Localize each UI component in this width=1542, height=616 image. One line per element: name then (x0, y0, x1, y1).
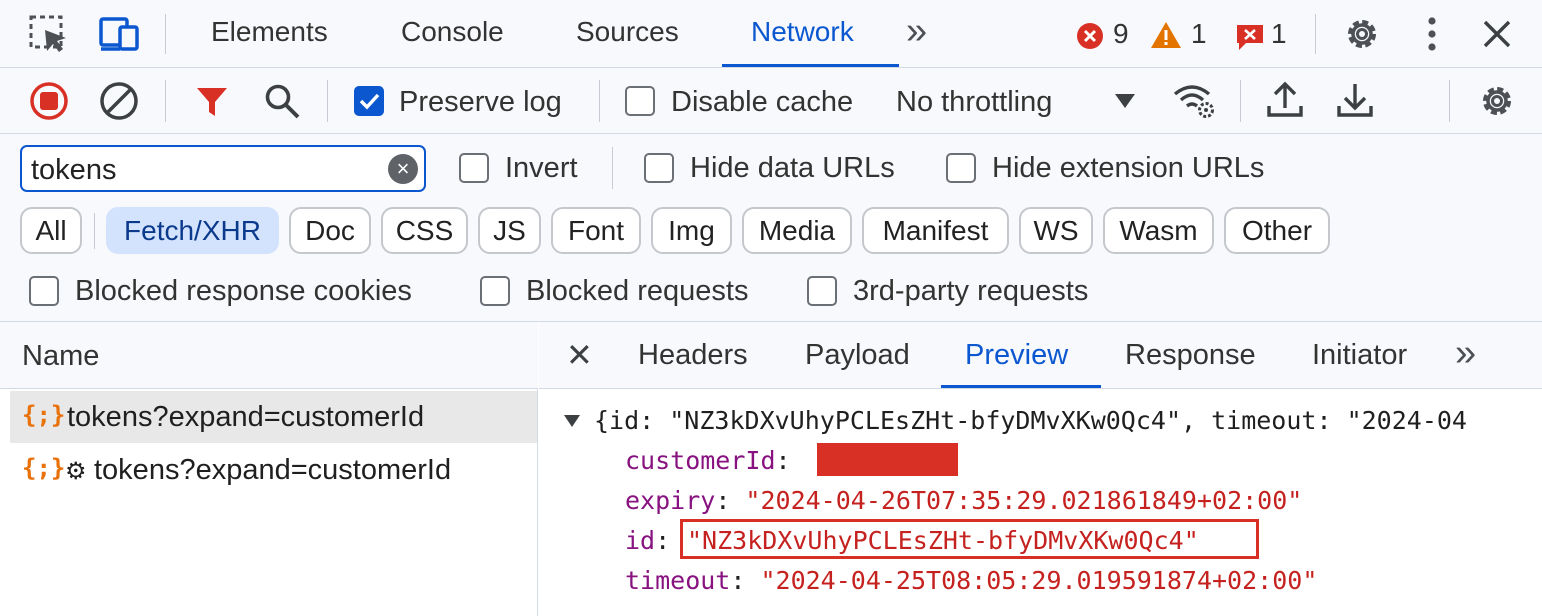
request-row[interactable]: {;} tokens?expand=customerId (10, 391, 537, 443)
json-value-expiry: "2024-04-26T07:35:29.021861849+02:00" (745, 486, 1303, 515)
third-party-requests-checkbox[interactable] (807, 276, 837, 306)
network-toolbar: Preserve log Disable cache No throttling (0, 68, 1542, 134)
request-details: ✕ Headers Payload Preview Response Initi… (539, 322, 1542, 616)
tab-elements[interactable]: Elements (211, 16, 328, 48)
hide-extension-urls-checkbox[interactable] (946, 153, 976, 183)
json-value-id: "NZ3kDXvUhyPCLEsZHt-bfyDMvXKw0Qc4" (687, 526, 1199, 555)
tab-payload[interactable]: Payload (805, 339, 910, 372)
stop-recording-icon[interactable] (29, 81, 69, 121)
warning-icon[interactable] (1150, 20, 1182, 50)
chevron-down-icon[interactable] (1114, 93, 1136, 109)
export-har-icon[interactable] (1336, 80, 1374, 120)
detail-tab-bar: ✕ Headers Payload Preview Response Initi… (539, 322, 1542, 389)
tab-network[interactable]: Network (751, 16, 854, 48)
request-name[interactable]: tokens?expand=customerId (67, 401, 424, 434)
clear-icon[interactable] (99, 81, 139, 121)
active-detail-tab-indicator (941, 385, 1101, 388)
hide-extension-urls-label[interactable]: Hide extension URLs (992, 152, 1264, 185)
search-icon[interactable] (263, 82, 301, 120)
json-key-text: id (625, 526, 656, 555)
more-options-icon[interactable] (1420, 14, 1444, 54)
disable-cache-checkbox[interactable] (625, 86, 655, 116)
blocked-response-cookies-checkbox[interactable] (29, 276, 59, 306)
tab-initiator[interactable]: Initiator (1312, 339, 1407, 372)
third-party-requests-label[interactable]: 3rd-party requests (853, 275, 1088, 308)
type-filter-all[interactable]: All (20, 207, 82, 254)
type-filter-fetch-xhr[interactable]: Fetch/XHR (106, 207, 279, 254)
close-icon[interactable] (1482, 19, 1512, 49)
filter-input-value[interactable]: tokens (31, 154, 116, 187)
throttling-select[interactable]: No throttling (896, 86, 1052, 119)
json-key-id: id: (625, 526, 671, 555)
redacted-value (817, 443, 958, 476)
type-filter-ws[interactable]: WS (1019, 207, 1093, 254)
fetch-request-icon: {;} (22, 401, 66, 429)
more-tabs-icon[interactable]: » (906, 10, 927, 53)
type-filter-manifest[interactable]: Manifest (862, 207, 1009, 254)
filter-input[interactable]: tokens × (20, 145, 426, 192)
json-key-expiry: expiry: "2024-04-26T07:35:29.021861849+0… (625, 486, 1303, 515)
service-worker-gear-icon: ⚙ (65, 458, 87, 485)
device-toolbar-icon[interactable] (98, 14, 142, 54)
name-column-label[interactable]: Name (22, 340, 99, 373)
invert-label[interactable]: Invert (505, 152, 578, 185)
request-row[interactable]: {;} ⚙ tokens?expand=customerId (10, 444, 537, 496)
preserve-log-label[interactable]: Preserve log (399, 86, 562, 119)
more-detail-tabs-icon[interactable]: » (1455, 332, 1476, 375)
devtools-tab-bar: Elements Console Sources Network » 9 1 1 (0, 0, 1542, 68)
invert-checkbox[interactable] (459, 153, 489, 183)
type-filter-media[interactable]: Media (742, 207, 852, 254)
type-filter-css[interactable]: CSS (381, 207, 468, 254)
request-list: Name {;} tokens?expand=customerId {;} ⚙ … (0, 322, 538, 616)
preserve-log-checkbox[interactable] (354, 86, 384, 116)
type-filter-js[interactable]: JS (478, 207, 541, 254)
disable-cache-label[interactable]: Disable cache (671, 86, 853, 119)
issues-count[interactable]: 1 (1271, 18, 1287, 50)
json-key-customerid: customerId: (625, 446, 791, 475)
json-key-timeout: timeout: "2024-04-25T08:05:29.019591874+… (625, 566, 1318, 595)
inspect-element-icon[interactable] (28, 14, 72, 54)
request-name[interactable]: tokens?expand=customerId (94, 454, 451, 487)
issues-icon[interactable] (1235, 22, 1265, 52)
type-filter-img[interactable]: Img (651, 207, 732, 254)
error-count[interactable]: 9 (1113, 18, 1129, 50)
name-column-header[interactable]: Name (0, 322, 538, 389)
tab-sources[interactable]: Sources (576, 16, 679, 48)
gear-icon[interactable] (1342, 14, 1382, 54)
type-filter-font[interactable]: Font (551, 207, 641, 254)
filter-icon[interactable] (195, 85, 229, 119)
tab-preview[interactable]: Preview (965, 339, 1068, 372)
json-summary[interactable]: {id: "NZ3kDXvUhyPCLEsZHt-bfyDMvXKw0Qc4",… (594, 406, 1467, 435)
close-detail-icon[interactable]: ✕ (566, 336, 593, 374)
json-value-timeout: "2024-04-25T08:05:29.019591874+02:00" (760, 566, 1318, 595)
network-conditions-icon[interactable] (1172, 80, 1218, 120)
blocked-response-cookies-label[interactable]: Blocked response cookies (75, 275, 412, 308)
blocked-requests-label[interactable]: Blocked requests (526, 275, 748, 308)
import-har-icon[interactable] (1266, 80, 1304, 120)
hide-data-urls-label[interactable]: Hide data URLs (690, 152, 895, 185)
json-key-text: customerId (625, 446, 776, 475)
active-tab-indicator (722, 64, 899, 67)
expand-triangle-icon[interactable] (563, 414, 581, 428)
tab-response[interactable]: Response (1125, 339, 1256, 372)
type-filter-wasm[interactable]: Wasm (1103, 207, 1214, 254)
error-icon[interactable] (1076, 22, 1104, 50)
tab-console[interactable]: Console (401, 16, 504, 48)
fetch-request-icon: {;} (22, 454, 66, 482)
clear-filter-icon[interactable]: × (388, 154, 418, 184)
json-key-text: timeout (625, 566, 731, 595)
tab-headers[interactable]: Headers (638, 339, 748, 372)
hide-data-urls-checkbox[interactable] (644, 153, 674, 183)
network-settings-gear-icon[interactable] (1477, 81, 1517, 121)
json-key-text: expiry (625, 486, 716, 515)
blocked-requests-checkbox[interactable] (480, 276, 510, 306)
type-filter-other[interactable]: Other (1224, 207, 1330, 254)
type-filter-doc[interactable]: Doc (289, 207, 371, 254)
warning-count[interactable]: 1 (1191, 18, 1207, 50)
